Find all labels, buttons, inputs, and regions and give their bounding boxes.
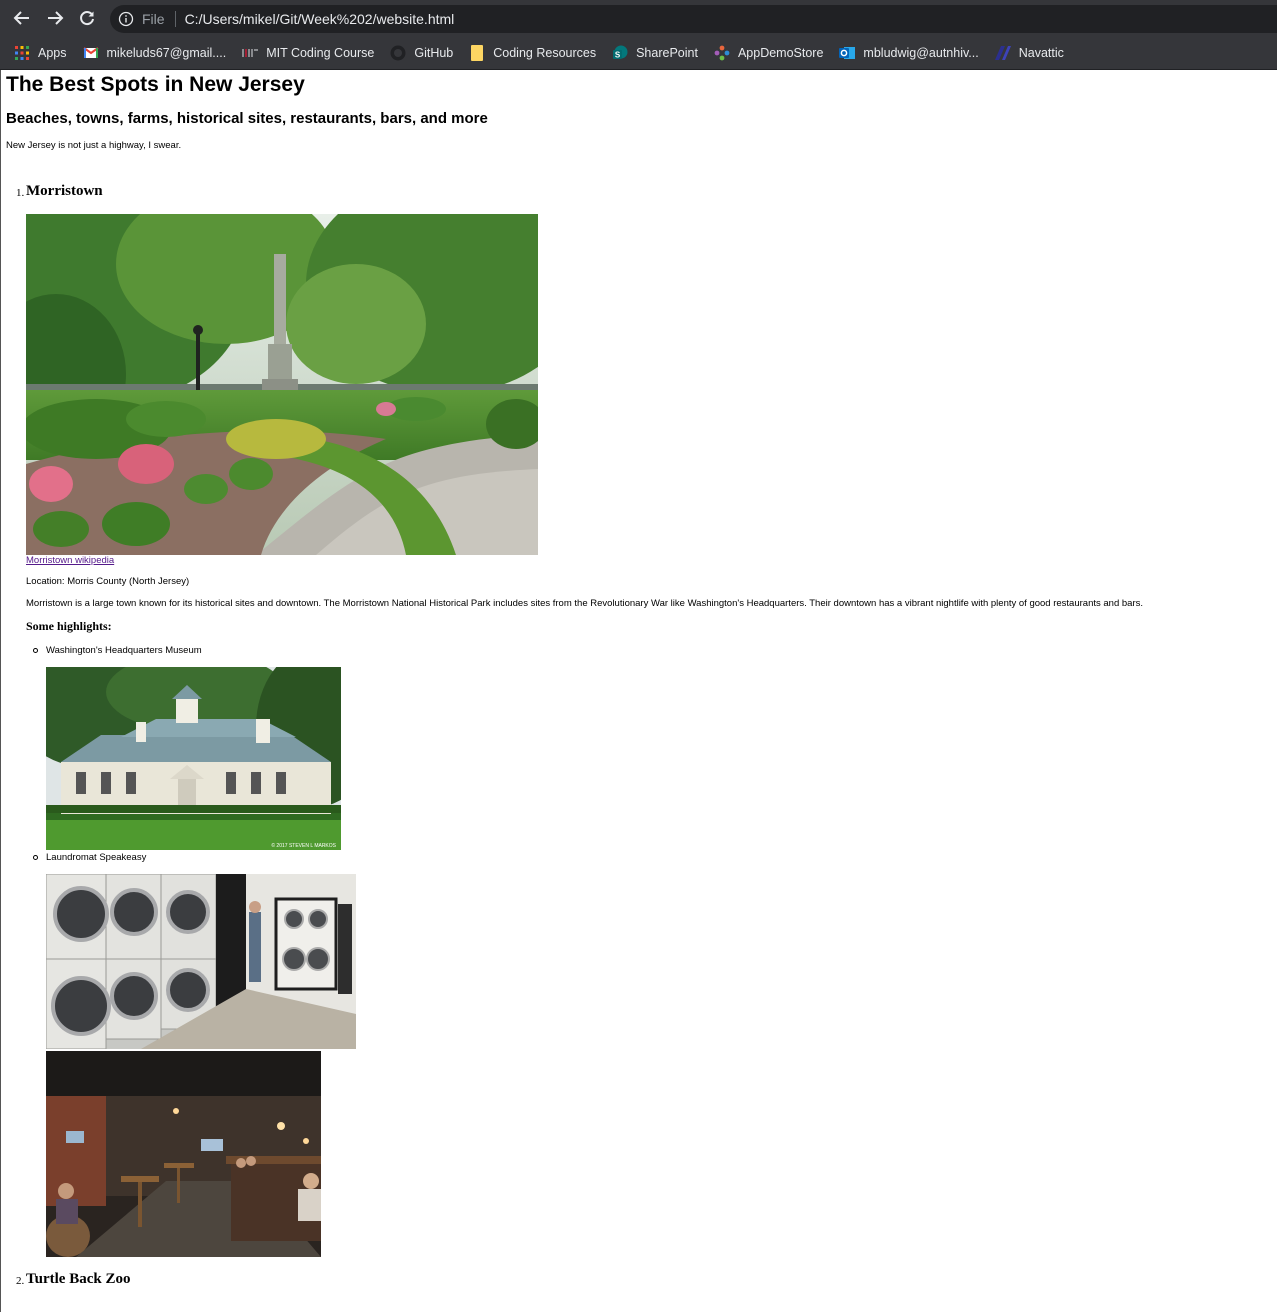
bookmark-navattic[interactable]: Navattic bbox=[994, 45, 1064, 61]
item-title-morristown: Morristown bbox=[26, 183, 103, 199]
intro-text: New Jersey is not just a highway, I swea… bbox=[6, 140, 182, 151]
url-scheme: File bbox=[142, 11, 165, 27]
bookmark-label: SharePoint bbox=[636, 45, 698, 60]
item-location: Location: Morris County (North Jersey) bbox=[26, 576, 190, 587]
url-separator bbox=[174, 11, 176, 27]
bookmark-label: Coding Resources bbox=[493, 45, 597, 60]
folder-icon bbox=[469, 44, 485, 61]
address-bar[interactable]: File C:/Users/mikel/Git/Week%202/website… bbox=[110, 5, 1277, 33]
list-bullet bbox=[33, 648, 38, 653]
bookmark-apps[interactable]: Apps bbox=[14, 45, 67, 61]
reload-button[interactable] bbox=[75, 6, 99, 30]
highlight-label: Laundromat Speakeasy bbox=[46, 852, 147, 863]
item-title-turtle-back-zoo: Turtle Back Zoo bbox=[26, 1271, 131, 1287]
highlights-heading: Some highlights: bbox=[26, 619, 112, 633]
bookmark-label: GitHub bbox=[414, 45, 454, 60]
sharepoint-icon: S bbox=[612, 45, 628, 61]
navattic-icon bbox=[994, 45, 1011, 61]
outlook-icon bbox=[839, 45, 856, 61]
bookmark-sharepoint[interactable]: S SharePoint bbox=[612, 45, 698, 61]
bookmark-github[interactable]: GitHub bbox=[390, 45, 453, 61]
washingtons-headquarters-image: © 2017 STEVEN L MARKOS bbox=[46, 667, 341, 850]
bookmark-label: Apps bbox=[38, 45, 67, 60]
back-arrow-icon bbox=[13, 11, 29, 25]
bookmark-label: MIT Coding Course bbox=[266, 45, 375, 60]
mit-icon bbox=[242, 45, 259, 61]
bookmark-gmail[interactable]: mikeluds67@gmail.... bbox=[82, 45, 227, 61]
info-icon[interactable] bbox=[118, 11, 134, 27]
photo-credit: © 2017 STEVEN L MARKOS bbox=[271, 842, 336, 849]
gmail-icon bbox=[82, 45, 99, 61]
bookmarks-bar: Apps mikeluds67@gmail.... MIT Coding Cou… bbox=[0, 36, 1277, 70]
morristown-park-image bbox=[26, 214, 538, 555]
morristown-wikipedia-link[interactable]: Morristown wikipedia bbox=[26, 555, 114, 566]
laundromat-speakeasy-bar-image bbox=[46, 1051, 321, 1257]
list-bullet bbox=[33, 855, 38, 860]
back-button[interactable] bbox=[10, 6, 34, 30]
bookmark-label: mikeluds67@gmail.... bbox=[106, 45, 227, 60]
forward-button[interactable] bbox=[43, 6, 67, 30]
page-content: The Best Spots in New Jersey Beaches, to… bbox=[0, 70, 1277, 1312]
page-subtitle: Beaches, towns, farms, historical sites,… bbox=[6, 110, 488, 127]
page-title: The Best Spots in New Jersey bbox=[6, 73, 305, 96]
reload-icon bbox=[80, 11, 94, 26]
bookmark-appdemostore[interactable]: AppDemoStore bbox=[714, 45, 823, 61]
svg-text:S: S bbox=[615, 50, 621, 59]
highlight-label: Washington's Headquarters Museum bbox=[46, 645, 202, 656]
forward-arrow-icon bbox=[48, 11, 64, 25]
browser-toolbar: File C:/Users/mikel/Git/Week%202/website… bbox=[0, 0, 1277, 36]
apps-grid-icon bbox=[14, 45, 30, 61]
laundromat-machines-image bbox=[46, 874, 356, 1049]
item-description: Morristown is a large town known for its… bbox=[26, 598, 1143, 609]
bookmark-coding-resources[interactable]: Coding Resources bbox=[469, 44, 597, 61]
bookmark-mit[interactable]: MIT Coding Course bbox=[242, 45, 374, 61]
list-number: 2. bbox=[16, 1275, 25, 1287]
url-text[interactable]: C:/Users/mikel/Git/Week%202/website.html bbox=[185, 11, 455, 27]
github-icon bbox=[390, 45, 406, 61]
bookmark-outlook[interactable]: mbludwig@autnhiv... bbox=[839, 45, 979, 61]
bookmark-label: Navattic bbox=[1018, 45, 1064, 60]
list-number: 1. bbox=[16, 187, 25, 199]
bookmark-label: mbludwig@autnhiv... bbox=[863, 45, 979, 60]
bookmark-label: AppDemoStore bbox=[737, 45, 824, 60]
appdemostore-icon bbox=[714, 45, 730, 61]
